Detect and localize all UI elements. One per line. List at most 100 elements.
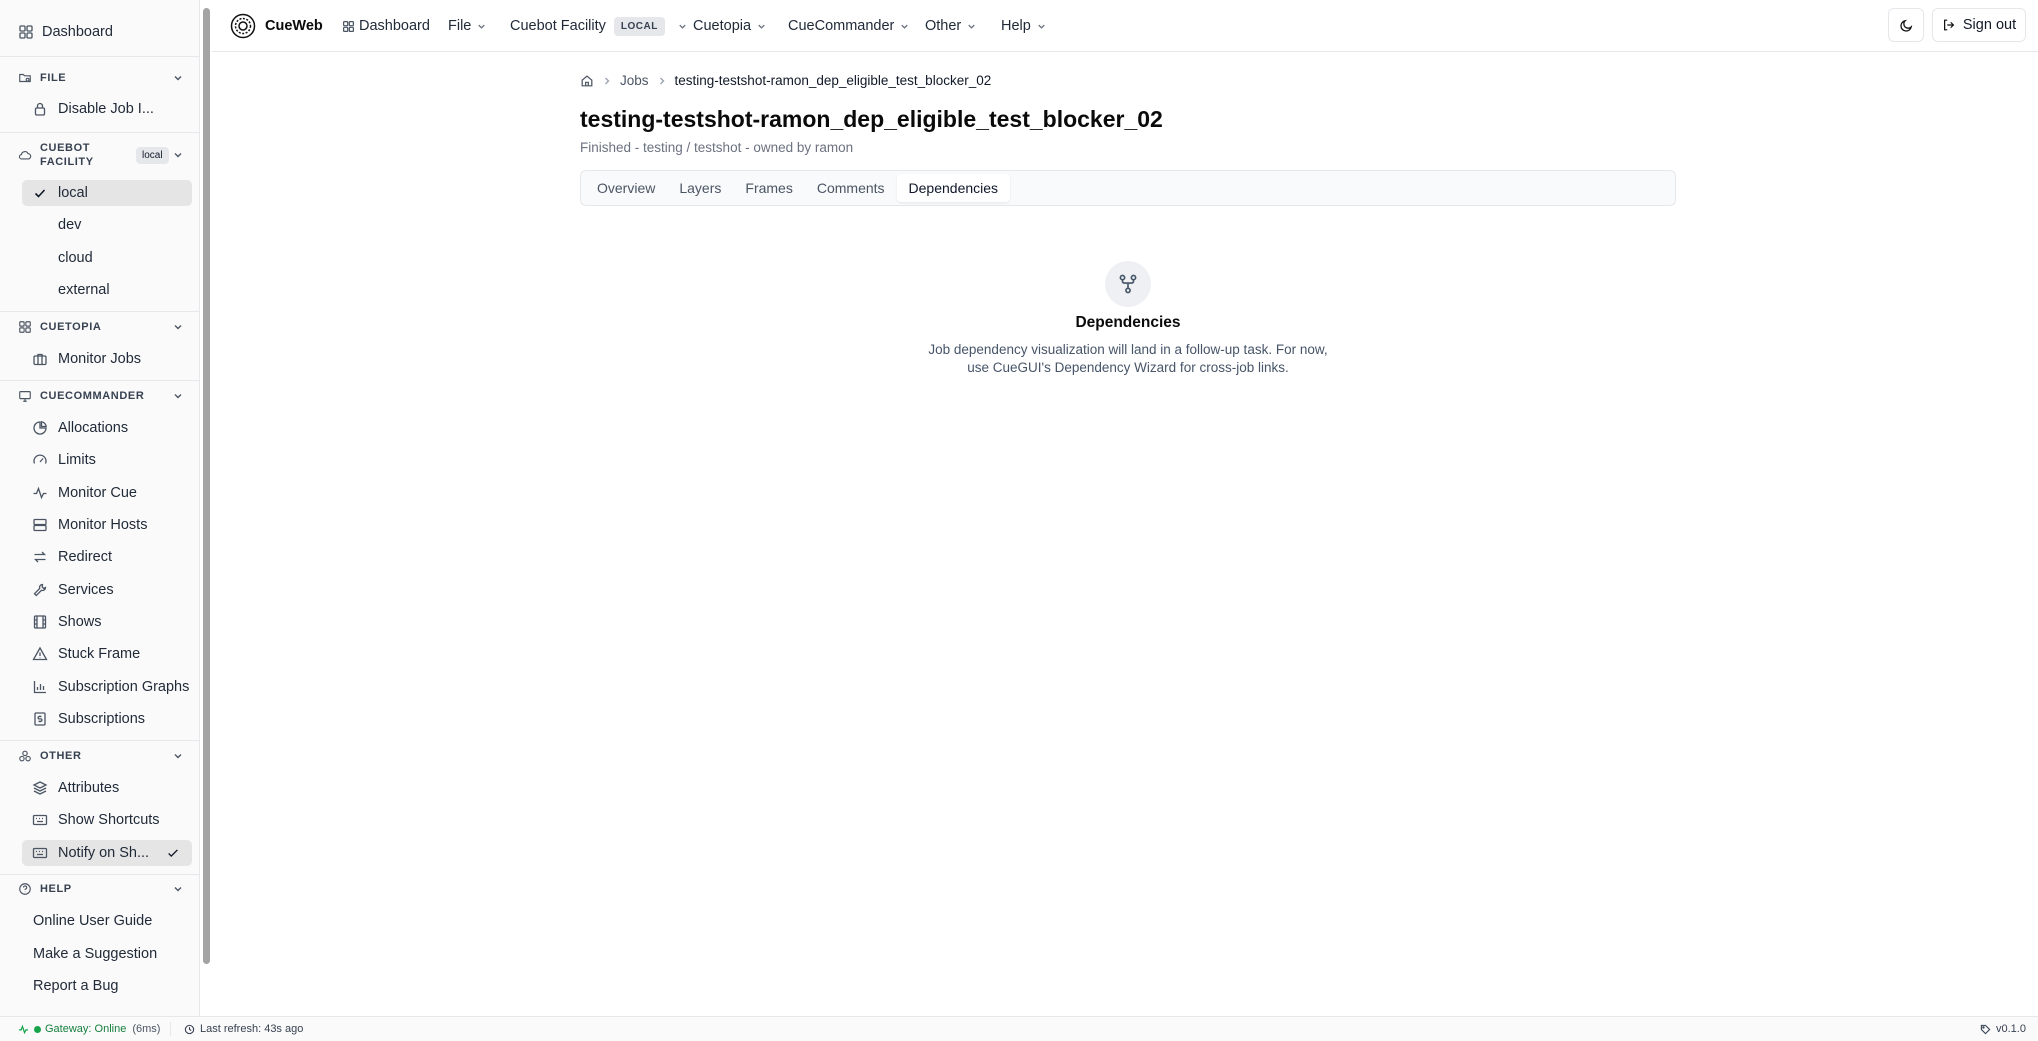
sidebar-item-suggestion[interactable]: Make a Suggestion — [33, 944, 157, 964]
empty-state-line1: Job dependency visualization will land i… — [928, 342, 1328, 357]
section-file[interactable]: FILE — [18, 70, 184, 86]
sidebar-item-attributes[interactable]: Attributes — [22, 775, 192, 801]
divider — [0, 380, 199, 381]
sidebar-item-notify-on-show[interactable]: Notify on Sh... — [22, 840, 192, 866]
nav-file[interactable]: File — [448, 0, 487, 52]
tab-comments[interactable]: Comments — [805, 174, 897, 202]
nav-other[interactable]: Other — [925, 0, 977, 52]
sidebar-item-label: Online User Guide — [33, 913, 153, 929]
server-icon — [32, 517, 48, 533]
sidebar-item-local[interactable]: local — [22, 180, 192, 206]
last-refresh: Last refresh: 43s ago — [184, 1017, 303, 1041]
sidebar-item-label: Make a Suggestion — [33, 946, 158, 962]
chevron-down-icon — [172, 750, 184, 762]
help-circle-icon — [18, 882, 32, 896]
chevron-right-icon — [601, 75, 613, 87]
sidebar-item-allocations[interactable]: Allocations — [22, 415, 192, 441]
sidebar-item-shows[interactable]: Shows — [22, 609, 192, 635]
sidebar-item-stuck-frame[interactable]: Stuck Frame — [22, 641, 192, 667]
chevron-right-icon — [656, 75, 668, 87]
breadcrumb-jobs[interactable]: Jobs — [620, 73, 649, 88]
grid-icon — [18, 320, 32, 334]
sidebar-item-monitor-jobs[interactable]: Monitor Jobs — [22, 346, 192, 372]
section-cuecommander[interactable]: CUECOMMANDER — [18, 388, 184, 404]
nav-dashboard[interactable]: Dashboard — [342, 0, 430, 52]
section-cuetopia-label: CUETOPIA — [40, 321, 102, 333]
arrows-swap-icon — [32, 549, 48, 565]
sidebar-item-label: local — [58, 185, 88, 201]
wrench-icon — [32, 582, 48, 598]
sidebar-item-show-shortcuts[interactable]: Show Shortcuts — [22, 807, 192, 833]
activity-icon — [32, 485, 48, 501]
sidebar-item-disable-job[interactable]: Disable Job I... — [22, 96, 192, 122]
nav-cuecommander[interactable]: CueCommander — [788, 0, 910, 52]
divider — [170, 1022, 171, 1036]
empty-state-description: Job dependency visualization will land i… — [898, 341, 1358, 377]
sidebar-item-label: Report a Bug — [33, 978, 119, 994]
sidebar-item-external[interactable]: external — [22, 277, 192, 303]
sidebar-item-label: Shows — [58, 614, 102, 630]
section-other[interactable]: OTHER — [18, 748, 184, 764]
divider — [0, 874, 199, 875]
nav-help[interactable]: Help — [1001, 0, 1047, 52]
sidebar-item-subscription-graphs[interactable]: Subscription Graphs — [22, 674, 192, 700]
app-root: Dashboard FILE Disable Job I... CUEBOT F… — [0, 0, 2038, 1041]
film-icon — [32, 614, 48, 630]
nav-cuetopia-label: Cuetopia — [693, 18, 752, 34]
section-help[interactable]: HELP — [18, 881, 184, 897]
check-icon — [166, 846, 180, 860]
chevron-down-icon — [172, 883, 184, 895]
facility-label-line2: FACILITY — [40, 156, 94, 168]
alert-triangle-icon — [32, 646, 48, 662]
sidebar: Dashboard FILE Disable Job I... CUEBOT F… — [0, 0, 200, 1016]
sidebar-item-label: Limits — [58, 452, 96, 468]
cloud-icon — [18, 148, 32, 162]
sidebar-dashboard[interactable]: Dashboard — [18, 22, 113, 42]
sidebar-item-subscriptions[interactable]: Subscriptions — [22, 706, 192, 732]
facility-badge: local — [136, 146, 169, 164]
gateway-status: Gateway: Online (6ms) — [18, 1017, 160, 1041]
tab-overview[interactable]: Overview — [585, 174, 667, 202]
sign-out-button[interactable]: Sign out — [1932, 8, 2026, 42]
home-icon[interactable] — [580, 74, 594, 88]
sidebar-item-monitor-hosts[interactable]: Monitor Hosts — [22, 512, 192, 538]
tab-frames[interactable]: Frames — [733, 174, 804, 202]
theme-toggle-button[interactable] — [1888, 8, 1924, 42]
job-subtitle: Finished - testing / testshot - owned by… — [580, 140, 854, 155]
nav-cuebot-facility[interactable]: Cuebot Facility LOCAL — [510, 0, 688, 52]
breadcrumb: Jobs testing-testshot-ramon_dep_eligible… — [580, 73, 991, 88]
sidebar-item-report-bug[interactable]: Report a Bug — [33, 976, 118, 996]
sidebar-item-dev[interactable]: dev — [22, 212, 192, 238]
layout-grid-icon — [342, 20, 355, 33]
nav-dashboard-label: Dashboard — [359, 18, 430, 34]
divider — [0, 56, 199, 57]
topbar: CueWeb Dashboard File Cuebot Facility LO… — [212, 0, 2038, 52]
tab-layers[interactable]: Layers — [667, 174, 733, 202]
sidebar-item-services[interactable]: Services — [22, 577, 192, 603]
sidebar-item-monitor-cue[interactable]: Monitor Cue — [22, 480, 192, 506]
section-cuetopia[interactable]: CUETOPIA — [18, 319, 184, 335]
section-facility[interactable]: CUEBOT FACILITY local — [18, 140, 184, 170]
sidebar-scrollbar[interactable] — [203, 8, 210, 964]
sidebar-item-cloud[interactable]: cloud — [22, 245, 192, 271]
sidebar-item-label: Disable Job I... — [58, 101, 154, 117]
app-logo[interactable]: CueWeb — [230, 0, 323, 52]
divider — [0, 132, 199, 133]
shapes-icon — [18, 749, 32, 763]
cueweb-logo-icon — [230, 13, 256, 39]
sidebar-item-user-guide[interactable]: Online User Guide — [33, 911, 152, 931]
last-refresh-text: Last refresh: 43s ago — [200, 1023, 304, 1035]
gauge-icon — [32, 452, 48, 468]
section-help-label: HELP — [40, 883, 72, 895]
section-other-label: OTHER — [40, 750, 82, 762]
nav-file-label: File — [448, 18, 472, 34]
sidebar-item-label: cloud — [58, 250, 93, 266]
tab-dependencies[interactable]: Dependencies — [896, 174, 1011, 202]
sidebar-item-redirect[interactable]: Redirect — [22, 544, 192, 570]
sidebar-item-label: Attributes — [58, 780, 120, 796]
layers-icon — [32, 780, 48, 796]
nav-cuetopia[interactable]: Cuetopia — [693, 0, 767, 52]
tag-icon — [1980, 1024, 1991, 1035]
sidebar-item-limits[interactable]: Limits — [22, 447, 192, 473]
empty-state-line2: use CueGUI's Dependency Wizard for cross… — [967, 360, 1289, 375]
